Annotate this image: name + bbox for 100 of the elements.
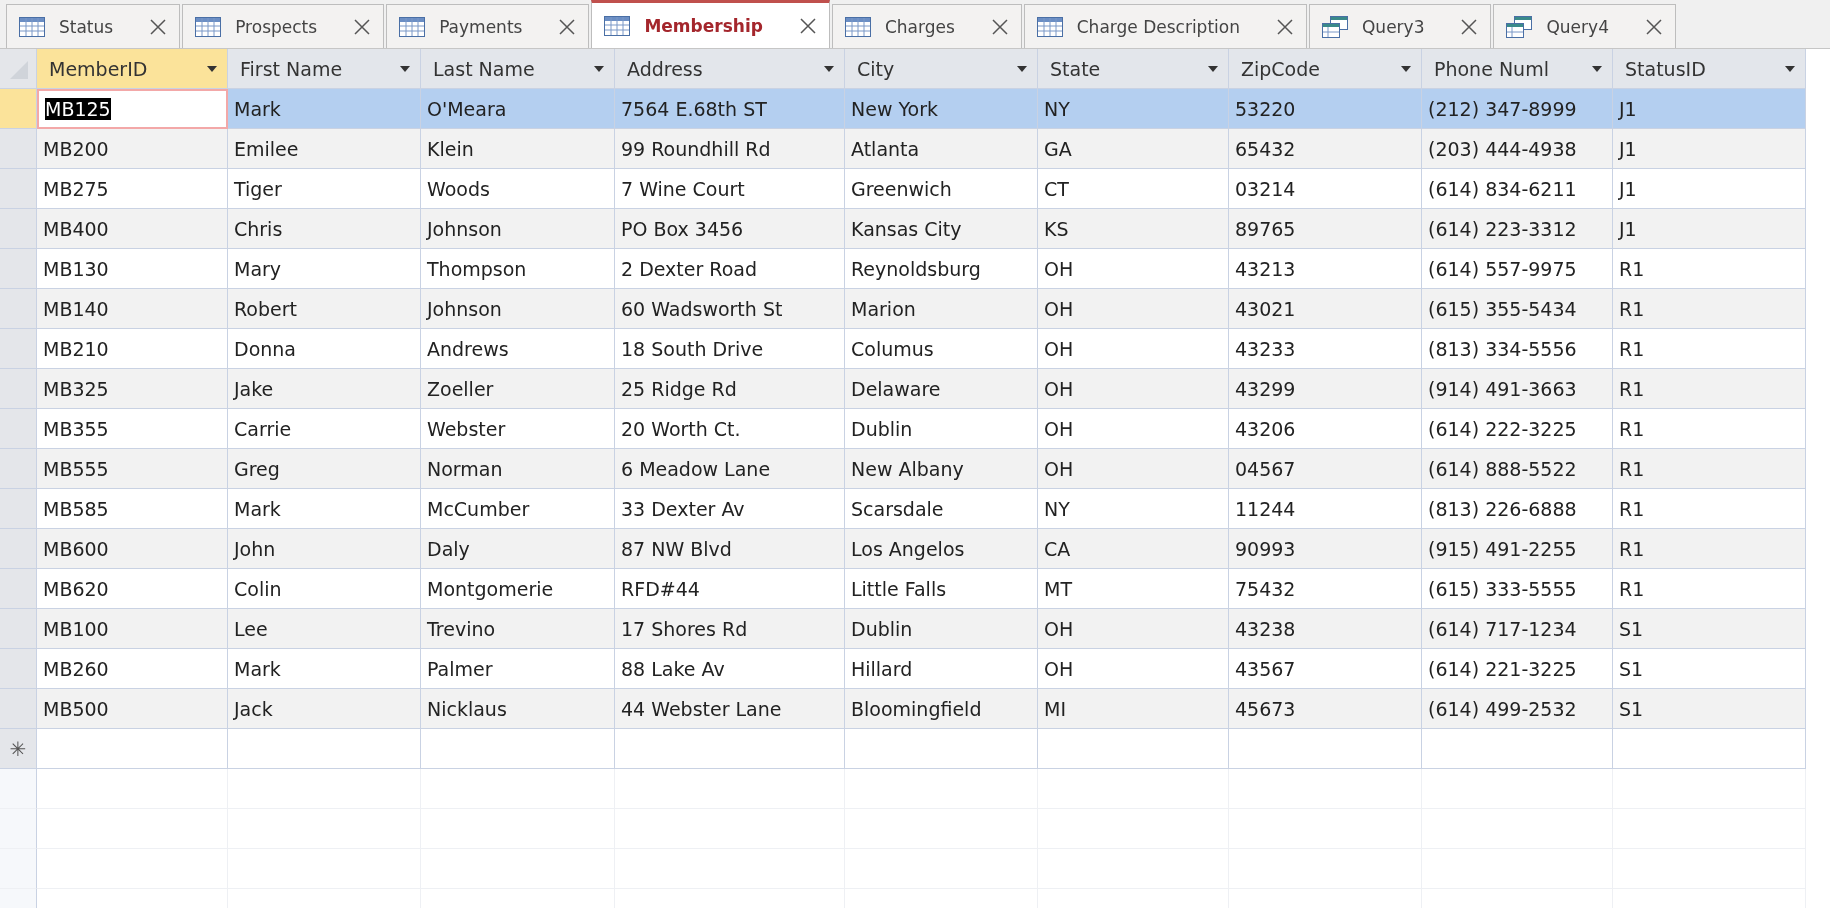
table-cell: OH: [1038, 609, 1229, 649]
table-cell: Mark: [228, 649, 421, 689]
column-header[interactable]: MemberID: [37, 49, 228, 89]
table-cell: Scarsdale: [845, 489, 1038, 529]
record-selector[interactable]: [0, 649, 37, 689]
table-cell: MT: [1038, 569, 1229, 609]
dropdown-arrow-icon[interactable]: [1592, 65, 1602, 72]
tab-label: Status: [59, 16, 115, 37]
table-cell: MB140: [37, 289, 228, 329]
table-icon: [604, 15, 631, 36]
column-header[interactable]: ZipCode: [1229, 49, 1422, 89]
tab[interactable]: Membership: [591, 0, 830, 48]
table-cell: (914) 491-3663: [1422, 369, 1613, 409]
tab[interactable]: Status: [6, 4, 181, 48]
dropdown-arrow-icon[interactable]: [207, 65, 217, 72]
tab-label: Charges: [884, 16, 956, 37]
dropdown-arrow-icon[interactable]: [594, 65, 604, 72]
close-icon[interactable]: [353, 17, 372, 36]
tab-label: Prospects: [235, 16, 319, 37]
new-record-selector[interactable]: ✳: [0, 729, 37, 769]
column-header[interactable]: Phone Numl: [1422, 49, 1613, 89]
table-cell: 43567: [1229, 649, 1422, 689]
table-cell: OH: [1038, 329, 1229, 369]
column-header[interactable]: First Name: [228, 49, 421, 89]
table-cell: Tiger: [228, 169, 421, 209]
record-selector[interactable]: [0, 609, 37, 649]
table-cell: Lee: [228, 609, 421, 649]
record-selector[interactable]: [0, 689, 37, 729]
tab[interactable]: Charges: [831, 4, 1022, 48]
table-cell: J1: [1613, 169, 1806, 209]
dropdown-arrow-icon[interactable]: [1401, 65, 1411, 72]
record-selector[interactable]: [0, 129, 37, 169]
tab[interactable]: Query3: [1309, 4, 1492, 48]
table-cell: OH: [1038, 369, 1229, 409]
table-cell: O'Meara: [421, 89, 615, 129]
record-selector[interactable]: [0, 89, 37, 129]
record-selector[interactable]: [0, 169, 37, 209]
close-icon[interactable]: [798, 16, 817, 35]
table-cell: R1: [1613, 409, 1806, 449]
close-icon[interactable]: [990, 17, 1009, 36]
tab-label: Membership: [644, 15, 764, 36]
tab[interactable]: Payments: [386, 4, 590, 48]
record-selector[interactable]: [0, 369, 37, 409]
record-selector[interactable]: [0, 289, 37, 329]
table-cell: Johnson: [421, 289, 615, 329]
table-cell: Robert: [228, 289, 421, 329]
table-cell: OH: [1038, 649, 1229, 689]
table-cell: CA: [1038, 529, 1229, 569]
table-cell: Greenwich: [845, 169, 1038, 209]
record-selector[interactable]: [0, 209, 37, 249]
table-cell: S1: [1613, 649, 1806, 689]
table-cell: Delaware: [845, 369, 1038, 409]
table-cell: (615) 355-5434: [1422, 289, 1613, 329]
focused-cell: MB125: [37, 89, 228, 129]
record-selector[interactable]: [0, 489, 37, 529]
table-cell: (813) 334-5556: [1422, 329, 1613, 369]
table-cell: OH: [1038, 289, 1229, 329]
close-icon[interactable]: [558, 17, 577, 36]
table-icon: [1036, 16, 1063, 37]
close-icon[interactable]: [1644, 17, 1663, 36]
dropdown-arrow-icon[interactable]: [824, 65, 834, 72]
dropdown-arrow-icon[interactable]: [400, 65, 410, 72]
table-cell: S1: [1613, 689, 1806, 729]
table-cell: MB100: [37, 609, 228, 649]
table-icon: [844, 16, 871, 37]
tab[interactable]: Query4: [1493, 4, 1676, 48]
table-cell: Andrews: [421, 329, 615, 369]
table-cell: Thompson: [421, 249, 615, 289]
column-header[interactable]: City: [845, 49, 1038, 89]
table-cell: PO Box 3456: [615, 209, 845, 249]
column-header[interactable]: Address: [615, 49, 845, 89]
table-cell: 20 Worth Ct.: [615, 409, 845, 449]
table-cell: OH: [1038, 249, 1229, 289]
table-cell: Columus: [845, 329, 1038, 369]
table-cell: Atlanta: [845, 129, 1038, 169]
close-icon[interactable]: [1276, 17, 1294, 36]
select-all-corner[interactable]: [0, 49, 37, 89]
record-selector[interactable]: [0, 409, 37, 449]
table-cell: Jack: [228, 689, 421, 729]
record-selector[interactable]: [0, 249, 37, 289]
dropdown-arrow-icon[interactable]: [1785, 65, 1795, 72]
record-selector[interactable]: [0, 529, 37, 569]
record-selector[interactable]: [0, 329, 37, 369]
table-cell: MB585: [37, 489, 228, 529]
tab[interactable]: Prospects: [182, 4, 385, 48]
table-cell: Donna: [228, 329, 421, 369]
record-selector[interactable]: [0, 569, 37, 609]
tab-label: Payments: [439, 16, 524, 37]
column-header[interactable]: StatusID: [1613, 49, 1806, 89]
table-cell: 11244: [1229, 489, 1422, 529]
column-header[interactable]: Last Name: [421, 49, 615, 89]
record-selector[interactable]: [0, 449, 37, 489]
close-icon[interactable]: [1460, 17, 1479, 36]
dropdown-arrow-icon[interactable]: [1017, 65, 1027, 72]
close-icon[interactable]: [149, 17, 168, 36]
dropdown-arrow-icon[interactable]: [1208, 65, 1218, 72]
column-header[interactable]: State: [1038, 49, 1229, 89]
table-cell: 43206: [1229, 409, 1422, 449]
tab-label: Query3: [1362, 16, 1426, 37]
tab[interactable]: Charge Description: [1023, 4, 1307, 48]
